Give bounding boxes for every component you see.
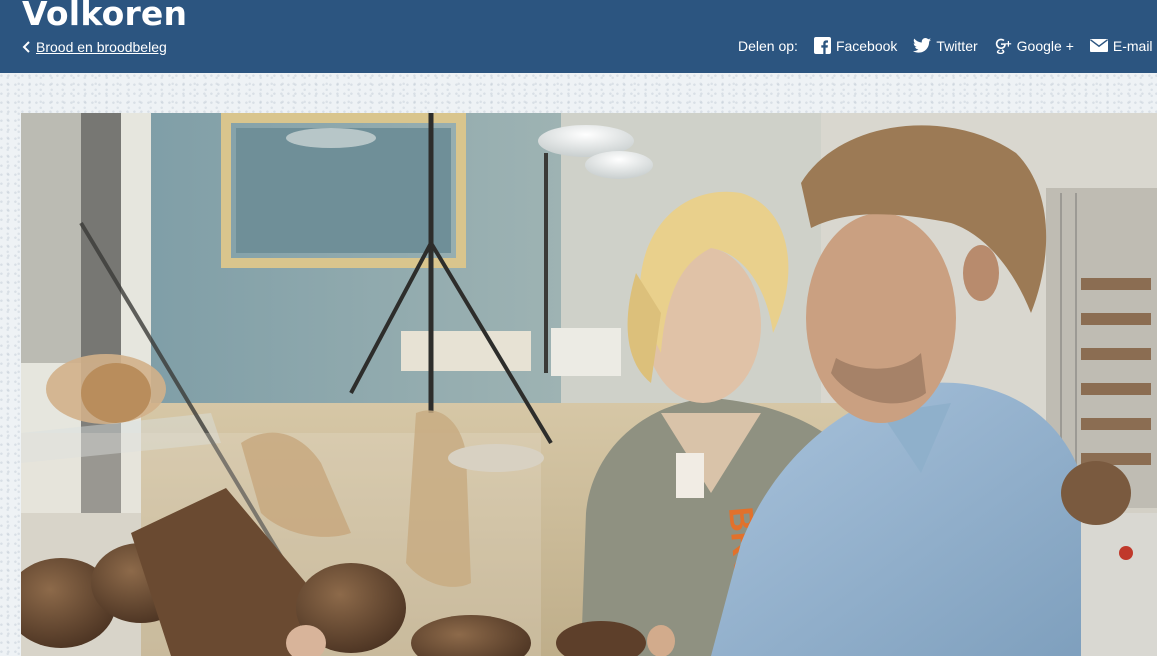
share-bar: Delen op: Facebook Twitter Google + E-ma… <box>738 37 1157 54</box>
share-google-plus-label: Google + <box>1016 37 1074 54</box>
page: Volkoren Brood en broodbeleg Delen op: F… <box>0 0 1157 656</box>
facebook-icon <box>813 37 831 54</box>
share-facebook-label: Facebook <box>835 37 898 54</box>
breadcrumb: Brood en broodbeleg <box>22 39 167 55</box>
bakery-photo-image: BROOD <box>21 113 1157 656</box>
share-label: Delen op: <box>738 37 798 54</box>
breadcrumb-link[interactable]: Brood en broodbeleg <box>36 39 167 55</box>
share-facebook-button[interactable]: Facebook <box>813 37 898 54</box>
twitter-icon <box>913 38 932 53</box>
hero-photo: BROOD <box>21 113 1157 656</box>
share-email-label: E-mail <box>1112 37 1153 54</box>
page-title: Volkoren <box>22 0 188 33</box>
share-google-plus-button[interactable]: Google + <box>994 37 1074 54</box>
envelope-icon <box>1089 39 1108 52</box>
share-twitter-label: Twitter <box>936 37 978 54</box>
google-plus-icon <box>995 38 1011 54</box>
share-twitter-button[interactable]: Twitter <box>913 37 978 54</box>
share-email-button[interactable]: E-mail <box>1089 37 1153 54</box>
header-bar: Volkoren Brood en broodbeleg Delen op: F… <box>0 0 1157 73</box>
chevron-left-icon <box>22 41 30 53</box>
